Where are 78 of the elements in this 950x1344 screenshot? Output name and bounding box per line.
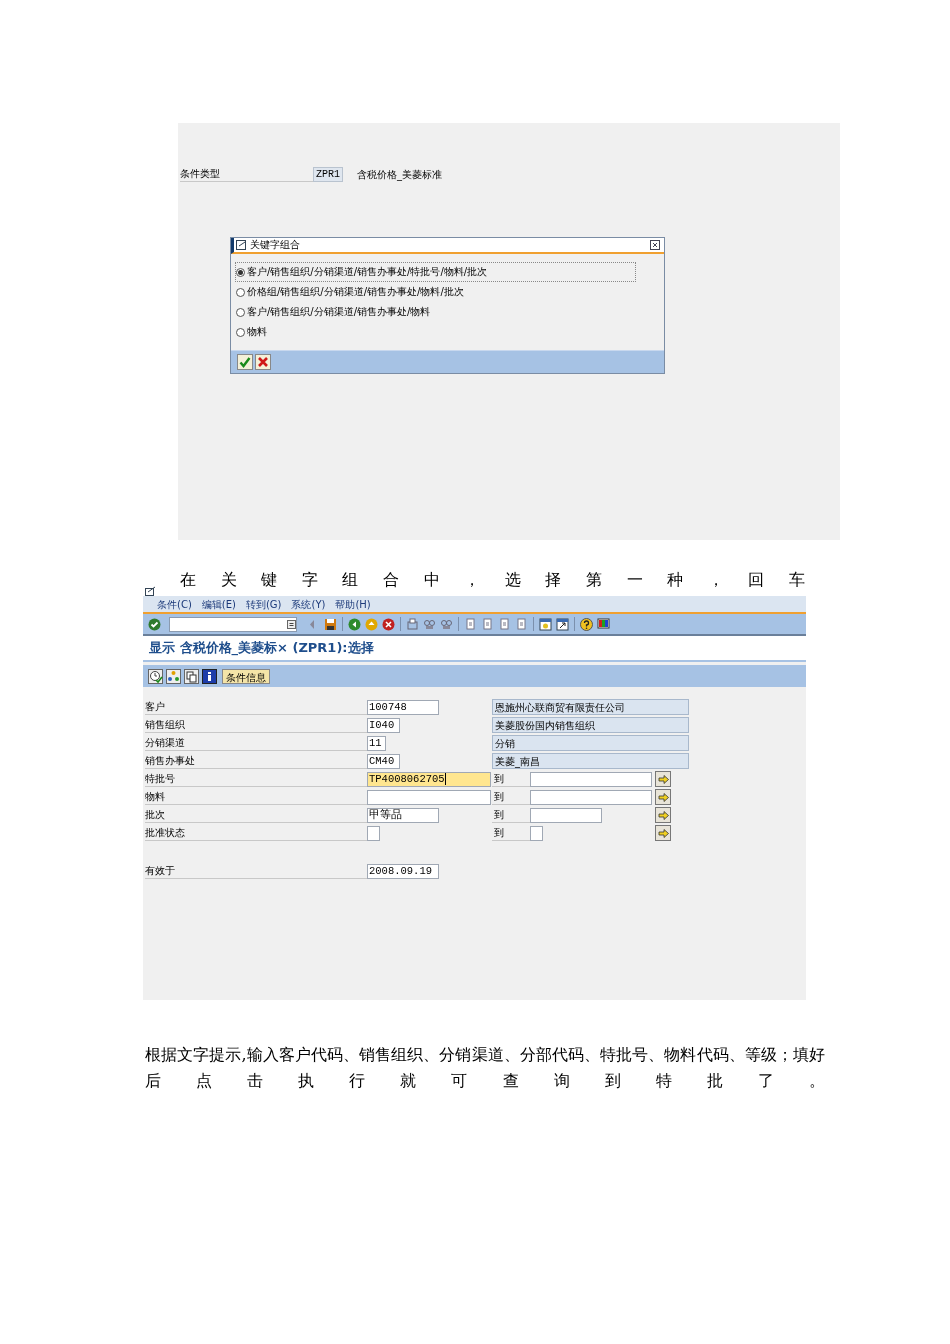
print-icon[interactable] xyxy=(406,617,419,631)
input-field[interactable] xyxy=(367,789,491,805)
page-icon[interactable] xyxy=(498,617,511,631)
field-label: 销售组织 xyxy=(145,717,367,733)
field-label: 批准状态 xyxy=(145,825,367,841)
arrow-icon xyxy=(657,810,669,820)
radio-option[interactable]: 物料 xyxy=(235,322,636,342)
cancel-button[interactable] xyxy=(255,354,271,370)
input-field[interactable]: 甲等品 xyxy=(367,807,439,823)
field-description: 美菱_南昌 xyxy=(492,753,689,769)
dialog-title: 关键字组合 xyxy=(250,238,301,252)
multiple-selection-button[interactable] xyxy=(655,807,671,823)
info-icon[interactable] xyxy=(202,668,217,684)
radio-option[interactable]: 价格组/销售组织/分销渠道/销售办事处/物料/批次 xyxy=(235,282,636,302)
multiple-selection-button[interactable] xyxy=(655,771,671,787)
input-field[interactable]: 11 xyxy=(367,735,386,751)
close-icon xyxy=(257,356,269,368)
input-field[interactable]: ZPR1 xyxy=(313,167,343,182)
cancel-icon[interactable] xyxy=(382,617,395,631)
menu-item[interactable]: 转到(G) xyxy=(245,598,282,612)
confirm-button[interactable] xyxy=(237,354,253,370)
find-icon[interactable] xyxy=(423,617,436,631)
input-field[interactable]: CM40 xyxy=(367,753,400,769)
back-icon[interactable] xyxy=(348,617,361,631)
menu-item[interactable]: 编辑(E) xyxy=(201,598,236,612)
input-field[interactable] xyxy=(530,771,652,787)
field-label: 条件类型 xyxy=(180,167,313,182)
layout-icon[interactable] xyxy=(597,617,610,631)
condition-info-button[interactable]: 条件信息 xyxy=(222,668,270,684)
multiple-selection-button[interactable] xyxy=(655,825,671,841)
field-label: 物料 xyxy=(145,789,367,805)
page-icon[interactable] xyxy=(515,617,528,631)
field-label: 分销渠道 xyxy=(145,735,367,751)
field-description: 恩施州心联商贸有限责任公司 xyxy=(492,699,689,715)
input-field[interactable] xyxy=(530,789,652,805)
screen-title: 显示 含税价格_美菱标× (ZPR1):选择 xyxy=(143,636,806,662)
dropdown-icon[interactable] xyxy=(287,619,296,629)
copy-icon[interactable] xyxy=(184,668,199,684)
input-field[interactable]: 100748 xyxy=(367,699,439,715)
field-label: 有效于 xyxy=(145,863,367,879)
page-icon[interactable] xyxy=(481,617,494,631)
field-label: 批次 xyxy=(145,807,367,823)
menu-item[interactable]: 系统(Y) xyxy=(291,598,326,612)
clock-icon[interactable] xyxy=(148,668,163,684)
input-field[interactable] xyxy=(367,825,380,841)
radio-option[interactable]: 客户/销售组织/分销渠道/销售办事处/特批号/物料/批次 xyxy=(235,262,636,282)
shortcut-icon[interactable] xyxy=(556,617,569,631)
help-icon[interactable] xyxy=(580,617,593,631)
arrow-icon xyxy=(657,792,669,802)
field-description: 含税价格_美菱标准 xyxy=(357,167,442,182)
arrow-icon xyxy=(657,828,669,838)
arrow-icon xyxy=(657,774,669,784)
new-window-icon[interactable] xyxy=(539,617,552,631)
input-field[interactable]: I040 xyxy=(367,717,400,733)
check-icon[interactable] xyxy=(148,617,161,631)
find-icon[interactable] xyxy=(440,617,453,631)
radio-option[interactable]: 客户/销售组织/分销渠道/销售办事处/物料 xyxy=(235,302,636,322)
window-icon xyxy=(145,586,157,596)
instruction-text: 在关键字组合中，选择第一种，回车 xyxy=(179,570,805,590)
hierarchy-icon[interactable] xyxy=(166,668,181,684)
save-icon[interactable] xyxy=(324,617,337,631)
menu-item[interactable]: 条件(C) xyxy=(157,598,192,612)
field-description: 分销 xyxy=(492,735,689,751)
check-icon xyxy=(239,356,251,368)
page-icon[interactable] xyxy=(464,617,477,631)
multiple-selection-button[interactable] xyxy=(655,789,671,805)
field-description: 美菱股份国内销售组织 xyxy=(492,717,689,733)
field-label: 特批号 xyxy=(145,771,367,787)
menu-item[interactable]: 帮助(H) xyxy=(335,598,371,612)
command-field[interactable] xyxy=(169,616,297,632)
input-field[interactable]: TP4008062705 xyxy=(367,771,491,787)
input-field[interactable] xyxy=(530,825,543,841)
input-field[interactable]: 2008.09.19 xyxy=(367,863,439,879)
field-label: 客户 xyxy=(145,699,367,715)
field-label: 销售办事处 xyxy=(145,753,367,769)
close-icon[interactable] xyxy=(650,240,660,250)
input-field[interactable] xyxy=(530,807,602,823)
instruction-text: 根据文字提示,输入客户代码、销售组织、分销渠道、分部代码、特批号、物料代码、等级；填好后点击执行就可查询到特批了。 xyxy=(145,1044,825,1092)
